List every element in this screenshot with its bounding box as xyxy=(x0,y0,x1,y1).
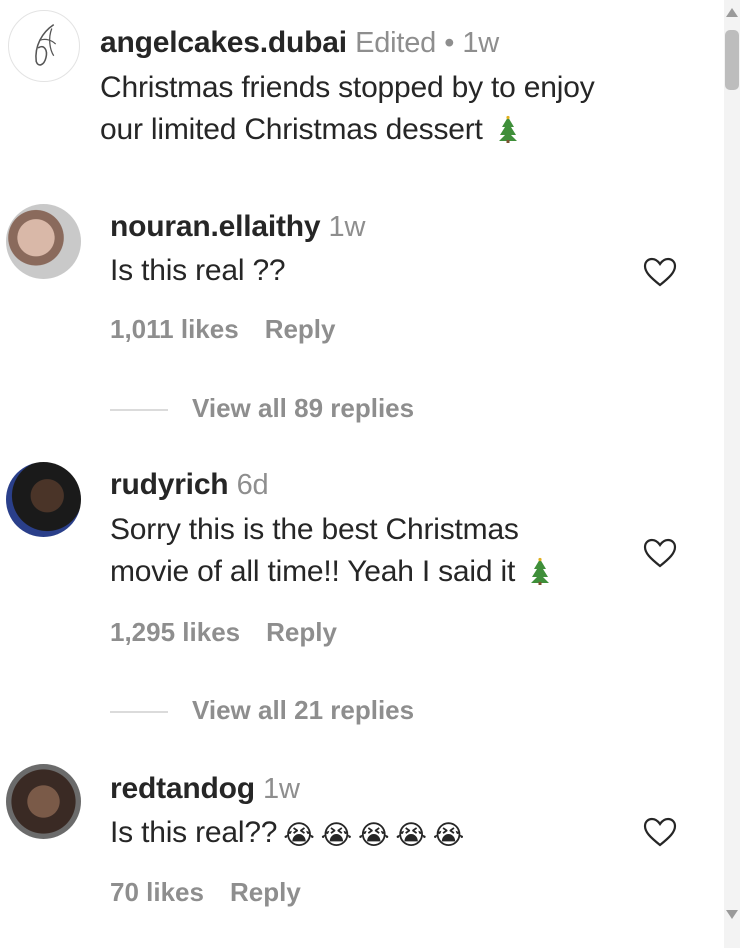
comment-likes[interactable]: 1,295 likes xyxy=(110,617,240,647)
comment-likes[interactable]: 1,011 likes xyxy=(110,314,239,344)
comment-username-line: rudyrich 6d xyxy=(110,468,269,502)
comment-username[interactable]: rudyrich xyxy=(110,468,229,501)
view-replies-label: View all 89 replies xyxy=(192,393,415,423)
view-replies-button[interactable]: View all 21 replies xyxy=(110,695,414,726)
scrollbar[interactable] xyxy=(724,0,740,948)
crying-face-emoji: 😭 xyxy=(320,820,353,850)
comment-actions: 1,011 likes Reply xyxy=(110,314,336,345)
crying-face-emoji: 😭 xyxy=(283,820,315,850)
caption-username-line: angelcakes.dubai Edited • 1w xyxy=(100,26,499,60)
view-replies-label: View all 21 replies xyxy=(192,695,415,725)
comment-username-line: nouran.ellaithy 1w xyxy=(110,210,365,244)
angelcakes-logo-icon xyxy=(35,23,57,66)
caption-separator: • xyxy=(444,27,455,59)
reply-button[interactable]: Reply xyxy=(266,617,337,647)
comment-avatar-redtandog[interactable] xyxy=(6,764,81,839)
christmas-tree-icon xyxy=(498,115,517,143)
caption-text-line-2-text: our limited Christmas dessert xyxy=(100,113,483,146)
christmas-tree-icon xyxy=(531,557,550,585)
like-heart-icon[interactable] xyxy=(642,256,678,288)
scroll-down-arrow-icon[interactable] xyxy=(726,910,738,919)
comment-actions: 70 likes Reply xyxy=(110,877,301,908)
divider-line xyxy=(110,711,168,714)
comment-text: Is this real ?? xyxy=(110,254,286,287)
caption-username[interactable]: angelcakes.dubai xyxy=(100,26,347,59)
comment-text: Is this real?? 😭 😭 😭 😭 😭 xyxy=(110,812,464,856)
comment-username[interactable]: redtandog xyxy=(110,772,255,805)
scroll-up-arrow-icon[interactable] xyxy=(726,8,738,17)
reply-button[interactable]: Reply xyxy=(230,877,301,907)
crying-face-emoji: 😭 xyxy=(432,820,465,850)
reply-button[interactable]: Reply xyxy=(265,314,336,344)
scrollbar-thumb[interactable] xyxy=(725,30,739,90)
like-heart-icon[interactable] xyxy=(642,816,678,848)
comment-username[interactable]: nouran.ellaithy xyxy=(110,210,321,243)
comment-text-content: Is this real?? xyxy=(110,816,278,849)
crying-face-emoji: 😭 xyxy=(358,820,390,850)
caption-avatar[interactable] xyxy=(8,10,80,82)
caption-text-line-2: our limited Christmas dessert xyxy=(100,109,519,151)
comment-avatar-rudyrich[interactable] xyxy=(6,462,81,537)
divider-line xyxy=(110,409,168,412)
comment-time[interactable]: 1w xyxy=(263,773,300,805)
like-heart-icon[interactable] xyxy=(642,537,678,569)
crying-face-emoji: 😭 xyxy=(395,820,427,850)
comment-text-line-1: Sorry this is the best Christmas xyxy=(110,513,519,546)
comment-actions: 1,295 likes Reply xyxy=(110,617,337,648)
caption-edited-label: Edited xyxy=(355,27,437,59)
caption-text-line-1: Christmas friends stopped by to enjoy xyxy=(100,71,595,104)
comment-username-line: redtandog 1w xyxy=(110,772,300,806)
caption-time[interactable]: 1w xyxy=(462,27,499,59)
comment-likes[interactable]: 70 likes xyxy=(110,877,204,907)
comment-avatar-nouran[interactable] xyxy=(6,204,81,279)
comment-time[interactable]: 6d xyxy=(237,469,269,501)
view-replies-button[interactable]: View all 89 replies xyxy=(110,393,414,424)
comment-time[interactable]: 1w xyxy=(329,211,366,243)
comment-text-line-2: movie of all time!! Yeah I said it xyxy=(110,551,551,593)
comment-text-line-2-text: movie of all time!! Yeah I said it xyxy=(110,555,516,588)
